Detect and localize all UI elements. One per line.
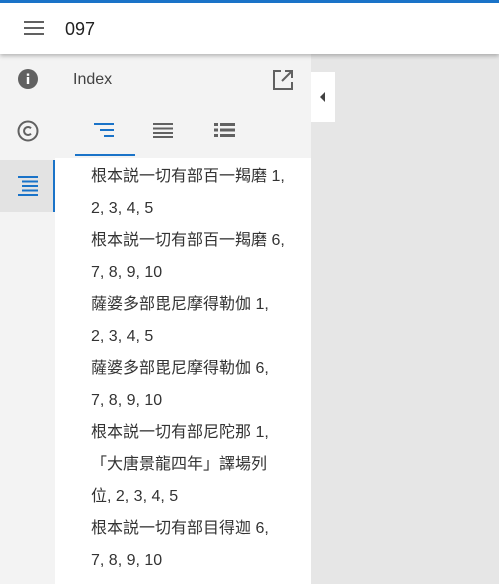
index-item-line: 薩婆多部毘尼摩得勒伽 6, [91, 360, 269, 377]
top-app-bar: 097 [0, 0, 499, 54]
list-icon [153, 123, 173, 138]
rail-item-copyright[interactable] [0, 106, 55, 158]
copyright-icon [17, 120, 39, 142]
index-item-line: 2, 3, 4, 5 [91, 200, 154, 217]
panel-header: Index [55, 54, 311, 158]
tab-list[interactable] [134, 106, 194, 156]
info-icon [18, 69, 38, 89]
index-item[interactable]: 根本説一切有部目得迦 6, 7, 8, 9, 10 [91, 513, 306, 577]
index-item-line: 根本説一切有部百一羯磨 6, [91, 232, 285, 249]
index-item[interactable]: 根本説一切有部百一羯磨 6, 7, 8, 9, 10 [91, 225, 306, 289]
index-item-line: 薩婆多部毘尼摩得勒伽 1, [91, 296, 269, 313]
rail-item-info[interactable] [0, 54, 55, 106]
index-item[interactable]: 根本説一切有部百一羯磨 1, 2, 3, 4, 5 [91, 161, 306, 225]
collapse-panel-button[interactable] [311, 72, 335, 122]
index-list-icon [18, 176, 38, 196]
tree-index-icon [94, 123, 114, 137]
index-item-line: 根本説一切有部目得迦 6, [91, 520, 269, 537]
rail-item-index[interactable] [0, 160, 55, 212]
index-item[interactable]: 薩婆多部毘尼摩得勒伽 1, 2, 3, 4, 5 [91, 289, 306, 353]
index-panel: Index 根本説一切有部百一羯磨 1, 2, 3, 4, 5 根本説一切有部百… [55, 54, 311, 584]
index-item-line: 位, 2, 3, 4, 5 [91, 488, 179, 505]
index-item-line: 「大唐景龍四年」譯場列 [91, 456, 268, 473]
index-item-line: 2, 3, 4, 5 [91, 328, 154, 345]
tab-thumbnails[interactable] [195, 106, 255, 156]
panel-title: Index [73, 71, 113, 88]
page-title: 097 [65, 19, 96, 39]
index-item[interactable]: 薩婆多部毘尼摩得勒伽 6, 7, 8, 9, 10 [91, 353, 306, 417]
hamburger-menu-icon[interactable] [16, 13, 52, 43]
tab-tree-index[interactable] [75, 106, 135, 156]
side-rail [0, 54, 55, 584]
chevron-left-icon [320, 92, 325, 102]
index-item-line: 7, 8, 9, 10 [91, 552, 163, 569]
index-list: 根本説一切有部百一羯磨 1, 2, 3, 4, 5 根本説一切有部百一羯磨 6,… [55, 158, 311, 584]
index-item-line: 根本説一切有部百一羯磨 1, [91, 168, 285, 185]
thumbnail-list-icon [214, 123, 235, 137]
index-item-line: 根本説一切有部尼陀那 1, [91, 424, 269, 441]
open-in-new-icon[interactable] [272, 69, 294, 91]
index-item[interactable]: 根本説一切有部尼陀那 1, 「大唐景龍四年」譯場列 位, 2, 3, 4, 5 [91, 417, 306, 513]
index-item-line: 7, 8, 9, 10 [91, 392, 163, 409]
index-item-line: 7, 8, 9, 10 [91, 264, 163, 281]
